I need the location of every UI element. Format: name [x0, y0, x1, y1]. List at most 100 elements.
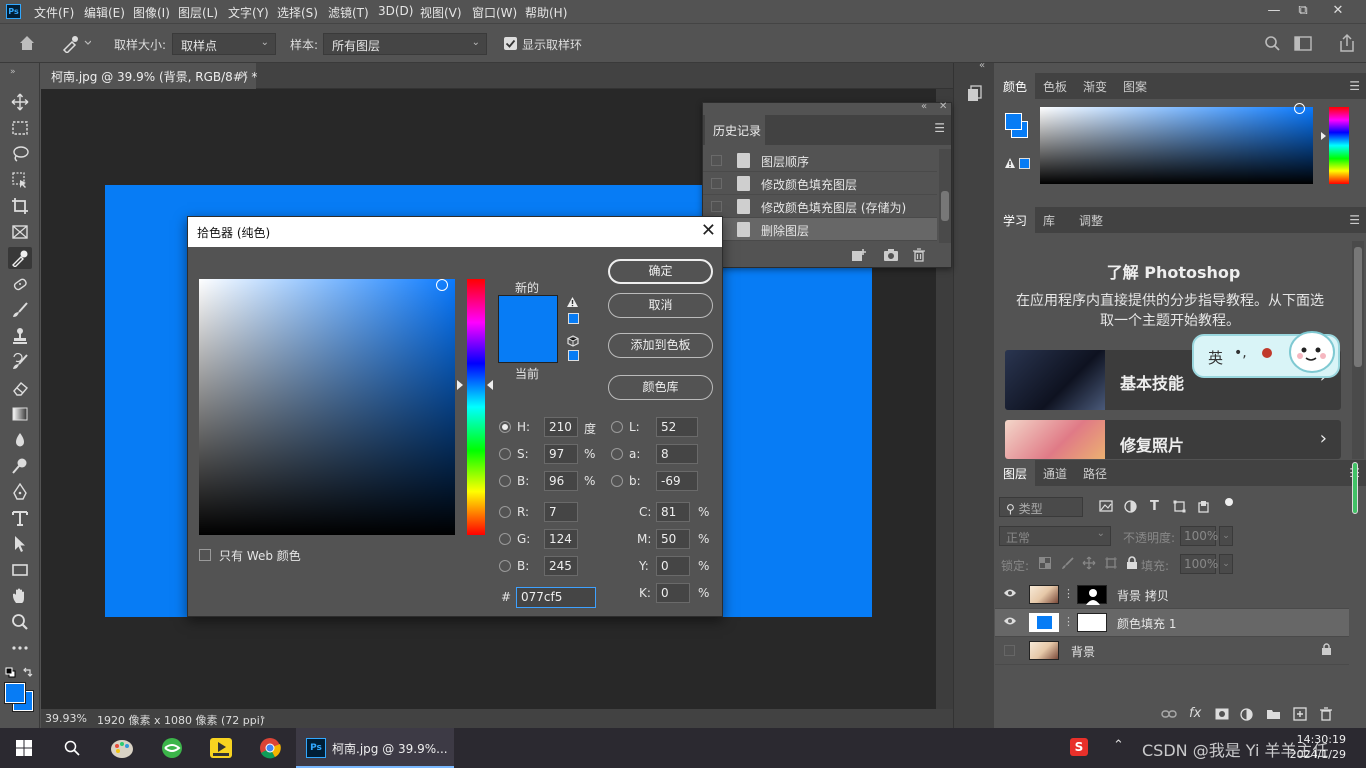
- hex-input[interactable]: 077cf5: [516, 587, 596, 608]
- collapse-icon[interactable]: «: [921, 101, 927, 112]
- menu-image[interactable]: 图像(I): [133, 4, 170, 21]
- tab-learn[interactable]: 学习: [995, 207, 1036, 233]
- ok-button[interactable]: 确定: [608, 259, 713, 284]
- input-m[interactable]: 50: [656, 529, 690, 549]
- hue-slider-left-arrow[interactable]: [457, 380, 463, 390]
- hue-slider[interactable]: [467, 279, 485, 535]
- menu-type[interactable]: 文字(Y): [228, 4, 269, 21]
- filter-pixel-icon[interactable]: [1099, 500, 1113, 512]
- tab-gradients[interactable]: 渐变: [1075, 73, 1115, 99]
- saturation-brightness-field[interactable]: [199, 279, 455, 535]
- gamut-color-chip[interactable]: [568, 313, 579, 324]
- hue-slider[interactable]: [1329, 107, 1349, 184]
- dodge-tool-icon[interactable]: [8, 455, 32, 477]
- history-brush-tool-icon[interactable]: [8, 351, 32, 373]
- eraser-tool-icon[interactable]: [8, 377, 32, 399]
- color-field-marker[interactable]: [436, 279, 448, 291]
- radio-lab-b[interactable]: [611, 475, 623, 487]
- menu-view[interactable]: 视图(V): [420, 4, 462, 21]
- object-selection-tool-icon[interactable]: [8, 169, 32, 191]
- tab-paths[interactable]: 路径: [1075, 460, 1115, 486]
- visibility-eye-icon[interactable]: [1003, 616, 1017, 626]
- crop-tool-icon[interactable]: [8, 195, 32, 217]
- layer-row[interactable]: 背景: [995, 637, 1349, 665]
- current-color-swatch[interactable]: [498, 329, 558, 363]
- restore-icon[interactable]: ⧉: [1288, 3, 1318, 18]
- sogou-ime-icon[interactable]: S: [1070, 738, 1088, 756]
- input-h[interactable]: 210: [544, 417, 578, 437]
- visibility-eye-icon[interactable]: [1003, 588, 1017, 598]
- color-libraries-button[interactable]: 颜色库: [608, 375, 713, 400]
- radio-r[interactable]: [499, 506, 511, 518]
- panel-menu-icon[interactable]: ☰: [1349, 213, 1360, 227]
- opacity-input[interactable]: 100%: [1180, 526, 1218, 546]
- layer-row[interactable]: ⋮ 背景 拷贝: [995, 581, 1349, 609]
- radio-h[interactable]: [499, 421, 511, 433]
- tab-channels[interactable]: 通道: [1035, 460, 1075, 486]
- share-icon[interactable]: [1338, 33, 1356, 53]
- input-blue[interactable]: 245: [544, 556, 578, 576]
- hue-slider-handle[interactable]: [1321, 132, 1326, 140]
- zoom-tool-icon[interactable]: [8, 611, 32, 633]
- menu-window[interactable]: 窗口(W): [472, 4, 517, 21]
- out-of-gamut-warning-icon[interactable]: [1004, 157, 1016, 169]
- filter-adjustment-icon[interactable]: [1124, 500, 1137, 513]
- panel-menu-icon[interactable]: ☰: [1349, 79, 1360, 93]
- menu-select[interactable]: 选择(S): [277, 4, 318, 21]
- input-y[interactable]: 0: [656, 556, 690, 576]
- move-tool-icon[interactable]: [8, 91, 32, 113]
- blend-mode-select[interactable]: 正常 ⌄: [999, 526, 1111, 546]
- default-colors-icon[interactable]: [5, 667, 16, 678]
- input-a[interactable]: 8: [656, 444, 698, 464]
- input-l[interactable]: 52: [656, 417, 698, 437]
- menu-file[interactable]: 文件(F): [34, 4, 74, 21]
- history-checkbox[interactable]: [711, 201, 722, 212]
- collapse-panels-icon[interactable]: «: [979, 60, 985, 71]
- history-scrollbar[interactable]: [939, 149, 951, 243]
- hue-slider-right-arrow[interactable]: [487, 380, 493, 390]
- input-lab-b[interactable]: -69: [656, 471, 698, 491]
- filter-type-icon[interactable]: T: [1150, 499, 1159, 514]
- media-player-icon[interactable]: [197, 728, 245, 768]
- lock-all-icon[interactable]: [1126, 556, 1138, 570]
- radio-blue[interactable]: [499, 560, 511, 572]
- blur-tool-icon[interactable]: [8, 429, 32, 451]
- tab-patterns[interactable]: 图案: [1115, 73, 1155, 99]
- radio-b[interactable]: [499, 475, 511, 487]
- web-safe-cube-icon[interactable]: [567, 335, 579, 347]
- close-panel-icon[interactable]: ✕: [939, 101, 947, 112]
- sample-select[interactable]: 所有图层 ⌄: [323, 33, 487, 55]
- history-checkbox[interactable]: [711, 155, 722, 166]
- fill-dropdown-icon[interactable]: ⌄: [1219, 554, 1233, 574]
- layer-row-selected[interactable]: ⋮ 颜色填充 1: [995, 609, 1349, 637]
- history-checkbox[interactable]: [711, 178, 722, 189]
- opacity-dropdown-icon[interactable]: ⌄: [1219, 526, 1233, 546]
- menu-filter[interactable]: 滤镜(T): [328, 4, 369, 21]
- gradient-tool-icon[interactable]: [8, 403, 32, 425]
- eyedropper-tool-icon[interactable]: [8, 247, 32, 269]
- foreground-color-swatch[interactable]: [4, 682, 26, 704]
- ime-status-bubble[interactable]: 英 •,: [1192, 331, 1340, 378]
- sample-size-select[interactable]: 取样点 ⌄: [172, 33, 276, 55]
- menu-help[interactable]: 帮助(H): [525, 4, 567, 21]
- search-button[interactable]: [48, 728, 96, 768]
- pen-tool-icon[interactable]: [8, 481, 32, 503]
- healing-brush-tool-icon[interactable]: [8, 273, 32, 295]
- history-panel-icon[interactable]: [966, 84, 984, 102]
- visibility-toggle-off[interactable]: [1004, 645, 1015, 656]
- input-r[interactable]: 7: [544, 502, 578, 522]
- tab-libraries[interactable]: 库: [1035, 207, 1063, 233]
- home-icon[interactable]: [18, 34, 36, 52]
- menu-edit[interactable]: 编辑(E): [84, 4, 125, 21]
- history-item-selected[interactable]: 删除图层: [703, 218, 937, 241]
- learn-scrollbar[interactable]: [1352, 241, 1364, 459]
- document-tab[interactable]: 柯南.jpg @ 39.9% (背景, RGB/8#) * ✕: [41, 63, 257, 89]
- new-document-from-state-icon[interactable]: [851, 248, 867, 262]
- menu-3d[interactable]: 3D(D): [378, 4, 413, 18]
- new-layer-icon[interactable]: [1293, 707, 1307, 721]
- chrome-icon[interactable]: [246, 728, 294, 768]
- input-g[interactable]: 124: [544, 529, 578, 549]
- new-group-icon[interactable]: [1266, 708, 1281, 720]
- search-icon[interactable]: [1264, 35, 1281, 52]
- close-icon[interactable]: ✕: [701, 220, 716, 241]
